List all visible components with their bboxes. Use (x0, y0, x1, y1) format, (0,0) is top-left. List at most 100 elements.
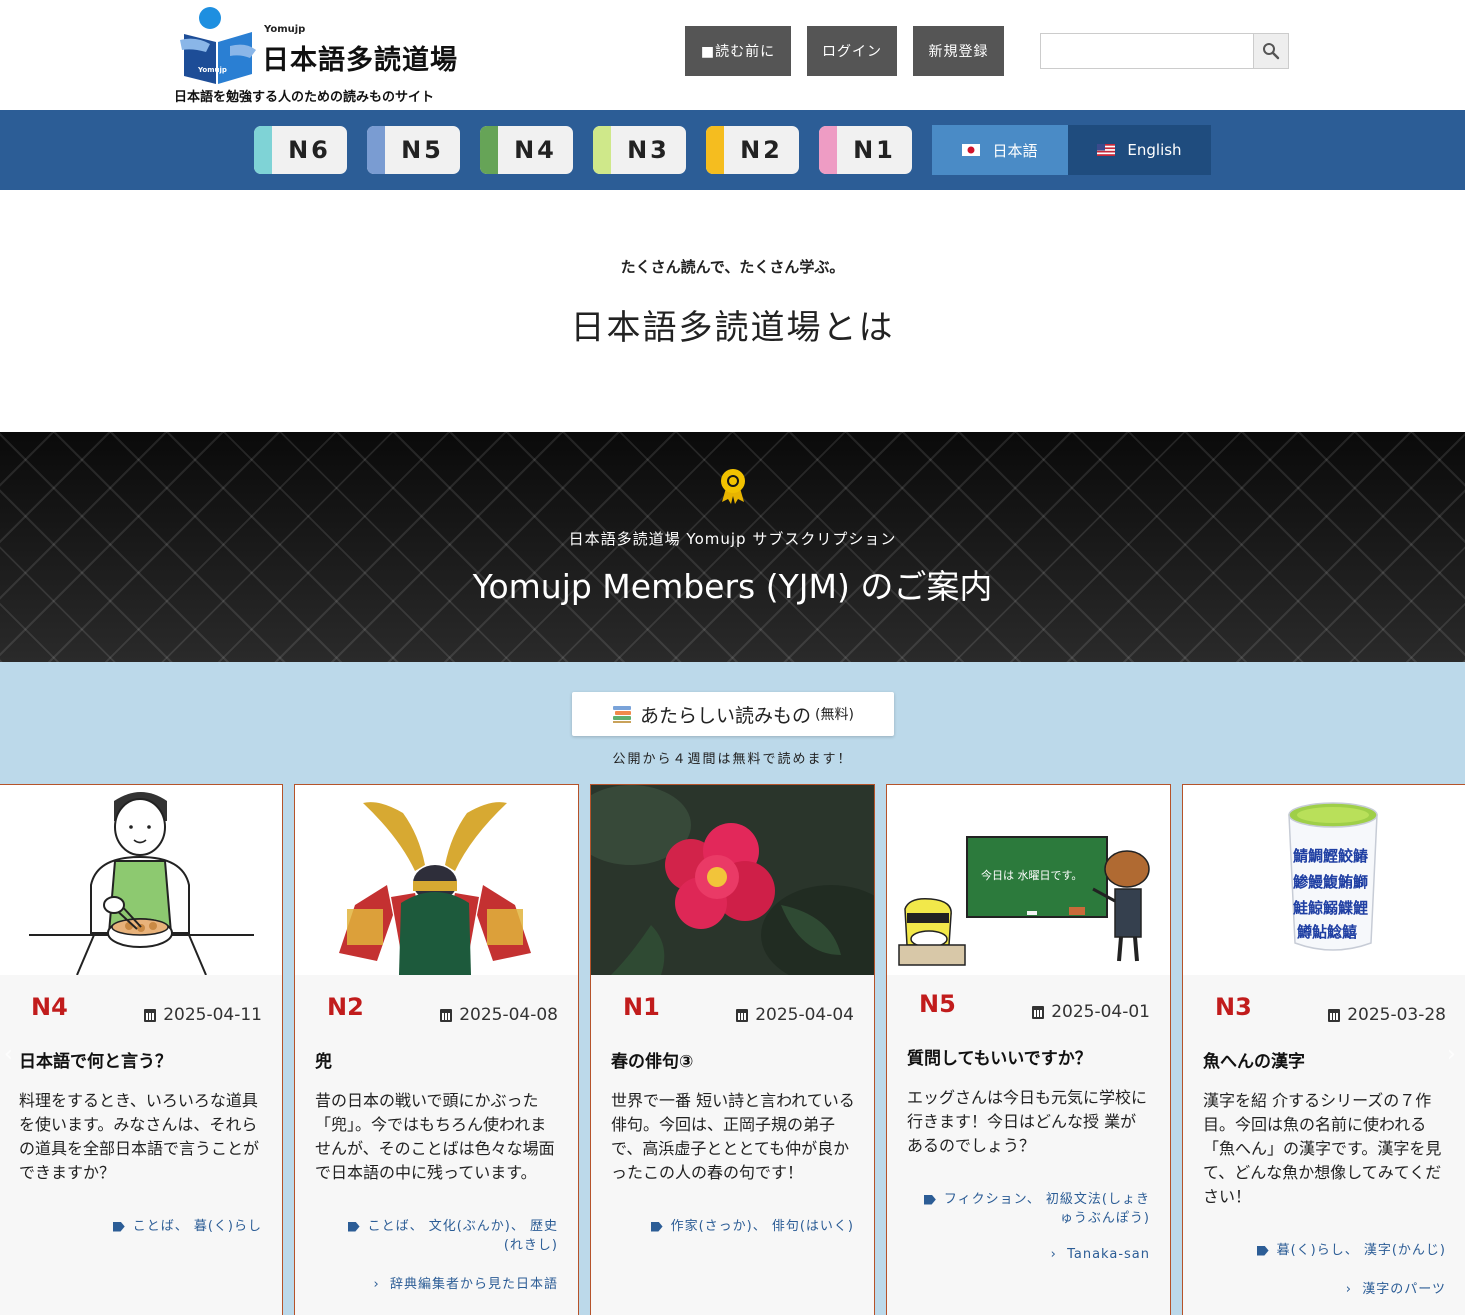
level-label: N6 (288, 136, 331, 164)
intro-title[interactable]: 日本語多読道場とは (0, 300, 1465, 349)
intro-subtitle: たくさん読んで、たくさん学ぶ。 (620, 258, 845, 276)
article-image (0, 785, 282, 975)
us-flag-icon (1097, 144, 1116, 156)
free-period-note: 公開から４週間は無料で読めます！ (612, 752, 853, 767)
calendar-icon (144, 1008, 157, 1022)
level-tab-n4[interactable]: N4 (480, 126, 573, 174)
search-button[interactable] (1253, 34, 1288, 68)
carousel-prev-arrow-icon[interactable]: ‹ (4, 1042, 18, 1067)
article-tags[interactable]: 暮(く)らし、 漢字(かんじ) (1216, 1241, 1446, 1260)
new-readings-section: あたらしい読みもの (無料) 公開から４週間は無料で読めます！ N4 2025-… (0, 662, 1465, 1315)
article-summary: 昔の日本の戦いで頭にかぶった「兜」。今ではもちろん使われませんが、そのことばは色… (315, 1091, 555, 1182)
article-title[interactable]: 魚へんの漢字 (1203, 1047, 1305, 1072)
site-logo[interactable]: Yomujp Yomujp 日本語多読道場 日本語を勉強する人のための読みものサ… (174, 4, 474, 105)
level-stripe (254, 126, 272, 174)
article-tags-text: ことば、 暮(く)らし (132, 1219, 262, 1234)
article-summary: 料理をするとき、いろいろな道具を使います。みなさんは、それらの道具を全部日本語で… (19, 1091, 260, 1182)
blackboard-text: 今日は 水曜日です。 (981, 868, 1082, 882)
calendar-icon (1032, 1005, 1045, 1019)
article-level: N3 (1215, 993, 1252, 1021)
login-button[interactable]: ログイン (807, 26, 897, 76)
article-date-text: 2025-04-11 (163, 1005, 262, 1025)
language-english-button[interactable]: English (1068, 125, 1211, 175)
article-series-link[interactable]: › 辞典編集者から見た日本語 (374, 1273, 558, 1292)
article-card[interactable]: N4 2025-04-11 日本語で何と言う？ 料理をするとき、いろいろな道具を… (0, 784, 283, 1315)
books-icon (613, 706, 632, 723)
read-first-button[interactable]: ■読む前に (685, 26, 791, 76)
level-label: N4 (514, 136, 557, 164)
article-summary: エッグさんは今日も元気に学校に行きます！今日はどんな授 業があるのでしょう？ (907, 1088, 1148, 1155)
search-input[interactable] (1041, 34, 1254, 68)
award-icon (721, 469, 745, 504)
teacup-kanji-row-3: 鮭鯨鰯鰈鯉 (1292, 899, 1368, 917)
logo-mark-icon: Yomujp (180, 7, 256, 84)
site-tagline: 日本語を勉強する人のための読みものサイト (174, 90, 435, 105)
teacup-kanji-row-2: 鯵鰻鰒鮪鰤 (1293, 873, 1368, 891)
calendar-icon (1328, 1008, 1341, 1022)
article-series-link[interactable]: › Tanaka-san (1051, 1247, 1150, 1262)
article-image: 鯖鯛鰹鮫鰆 鯵鰻鰒鮪鰤 鮭鯨鰯鰈鯉 鱒鮎鯰鱚 (1183, 785, 1465, 975)
members-subtitle: 日本語多読道場 Yomujp サブスクリプション (568, 530, 897, 548)
logo-title: 日本語多読道場 (262, 45, 458, 76)
article-series-text: 辞典編集者から見た日本語 (389, 1277, 558, 1292)
article-tags[interactable]: ことば、 文化(ぶんか)、 歴史(れきし) (328, 1217, 558, 1255)
svg-text:Yomujp: Yomujp (197, 66, 227, 74)
article-card[interactable]: 今日は 水曜日です。 N5 2025-04-01 質問してもいいですか？ エッグ… (886, 784, 1171, 1315)
new-readings-heading: あたらしい読みもの (無料) (572, 692, 894, 736)
article-date: 2025-04-01 (1032, 1002, 1150, 1022)
tag-icon (650, 1221, 663, 1232)
article-summary: 世界で一番 短い詩と言われている俳句。今回は、正岡子規の弟子で、高浜虚子とととて… (611, 1091, 855, 1182)
site-header: Yomujp Yomujp 日本語多読道場 日本語を勉強する人のための読みものサ… (0, 0, 1465, 110)
article-title[interactable]: 質問してもいいですか？ (907, 1044, 1092, 1069)
article-card[interactable]: N2 2025-04-08 兜 昔の日本の戦いで頭にかぶった「兜」。今ではもちろ… (294, 784, 579, 1315)
level-tab-n3[interactable]: N3 (593, 126, 686, 174)
article-title[interactable]: 兜 (315, 1047, 332, 1072)
tag-icon (112, 1221, 125, 1232)
article-date-text: 2025-03-28 (1347, 1005, 1446, 1025)
article-tags-text: フィクション、 初級文法(しょきゅうぶんぽう) (943, 1192, 1150, 1226)
article-series-text: Tanaka-san (1067, 1247, 1150, 1262)
article-date: 2025-04-04 (736, 1005, 854, 1025)
kabuto-helmet-icon (295, 785, 578, 975)
article-card[interactable]: N1 2025-04-04 春の俳句③ 世界で一番 短い詩と言われている俳句。今… (590, 784, 875, 1315)
article-level: N1 (623, 993, 660, 1021)
article-image (591, 785, 874, 975)
level-stripe (706, 126, 724, 174)
language-english-label: English (1127, 141, 1182, 159)
level-tab-n6[interactable]: N6 (254, 126, 347, 174)
article-date: 2025-04-08 (440, 1005, 558, 1025)
register-button[interactable]: 新規登録 (913, 26, 1004, 76)
tag-icon (923, 1194, 936, 1205)
article-tags[interactable]: フィクション、 初級文法(しょきゅうぶんぽう) (920, 1190, 1150, 1228)
new-readings-label: あたらしい読みもの (640, 704, 812, 727)
article-card[interactable]: 鯖鯛鰹鮫鰆 鯵鰻鰒鮪鰤 鮭鯨鰯鰈鯉 鱒鮎鯰鱚 N3 2025-03-28 魚へん… (1182, 784, 1465, 1315)
article-tags-text: 作家(さっか)、 俳句(はいく) (670, 1219, 854, 1234)
article-series-link[interactable]: › 漢字のパーツ (1346, 1278, 1446, 1297)
article-level: N4 (31, 993, 68, 1021)
chevron-right-icon: › (373, 1277, 390, 1292)
article-tags[interactable]: 作家(さっか)、 俳句(はいく) (624, 1217, 854, 1236)
level-label: N2 (740, 136, 783, 164)
level-tab-n2[interactable]: N2 (706, 126, 799, 174)
level-tab-n1[interactable]: N1 (819, 126, 912, 174)
language-japanese-button[interactable]: 日本語 (932, 125, 1068, 175)
search-icon (1263, 43, 1280, 60)
article-date: 2025-04-11 (144, 1005, 262, 1025)
article-date-text: 2025-04-01 (1051, 1002, 1150, 1022)
level-tab-n5[interactable]: N5 (367, 126, 460, 174)
level-stripe (480, 126, 498, 174)
japan-flag-icon (962, 144, 981, 156)
tag-icon (1256, 1245, 1269, 1256)
carousel-next-arrow-icon[interactable]: › (1447, 1042, 1461, 1067)
level-stripe (593, 126, 611, 174)
fish-kanji-teacup-icon: 鯖鯛鰹鮫鰆 鯵鰻鰒鮪鰤 鮭鯨鰯鰈鯉 鱒鮎鯰鱚 (1183, 785, 1465, 975)
article-date-text: 2025-04-08 (459, 1005, 558, 1025)
calendar-icon (440, 1008, 453, 1022)
level-navigation: N6 N5 N4 N3 N2 N1 日本語 English (0, 110, 1465, 190)
article-title[interactable]: 春の俳句③ (611, 1047, 693, 1072)
article-summary: 漢字を紹 介するシリーズの７作目。今回は魚の名前に使われる「魚へん」の漢字です。… (1203, 1091, 1442, 1206)
article-title[interactable]: 日本語で何と言う？ (19, 1047, 172, 1072)
article-tags[interactable]: ことば、 暮(く)らし (32, 1217, 262, 1236)
members-banner[interactable]: 日本語多読道場 Yomujp サブスクリプション Yomujp Members … (0, 432, 1465, 662)
article-date-text: 2025-04-04 (755, 1005, 854, 1025)
